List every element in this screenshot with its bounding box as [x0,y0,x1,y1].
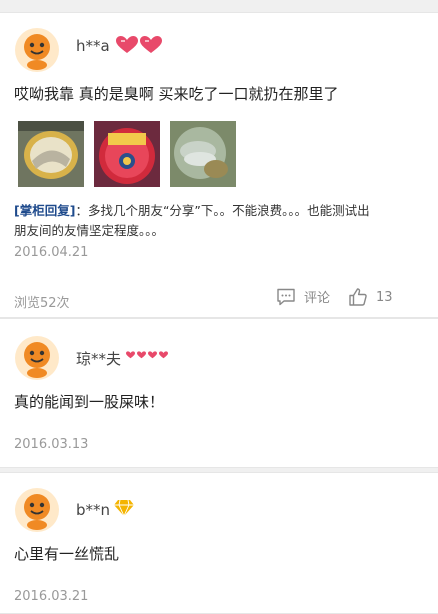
review-photo-3[interactable] [170,121,236,187]
heart-badge-icon [140,36,162,53]
heart-badge-icon [116,36,138,53]
review-date: 2016.03.13 [14,437,89,452]
avatar-icon [15,336,59,380]
avatar-2[interactable] [14,335,60,381]
avatar-1[interactable] [14,27,60,73]
tin-can-photo [94,121,160,187]
tin-can-photo [18,121,84,187]
diamond-badge-icon [114,499,134,517]
review-text: 哎呦我靠 真的是臭啊 买来吃了一口就扔在那里了 [14,85,339,103]
review-photo-2[interactable] [94,121,160,187]
comment-label: 评论 [304,291,331,306]
comment-button[interactable]: 评论 [276,287,330,306]
like-button[interactable]: 13 [348,287,393,307]
reply-text-line1: ：多找几个朋友“分享”下。。不能浪费。。。也能测试出 [75,203,370,218]
avatar-3[interactable] [14,487,60,533]
user-badges [114,499,134,517]
username[interactable]: 琼**夫 [76,348,121,369]
user-badges [126,351,168,359]
review-text: 真的能闻到一股屎味！ [14,393,165,411]
like-count: 13 [376,289,393,305]
review-date: 2016.04.21 [14,245,89,260]
review-text: 心里有一丝慌乱 [14,545,120,563]
username[interactable]: h**a [76,37,110,55]
review-date: 2016.03.21 [14,589,89,604]
avatar-icon [15,488,59,532]
thumbs-up-icon [349,288,367,306]
heart-badge-icon [126,351,135,359]
merchant-reply: [掌柜回复]：多找几个朋友“分享”下。。不能浪费。。。也能测试出 朋友间的友情坚… [14,201,422,241]
reply-text-line2: 朋友间的友情坚定程度。。。 [14,223,165,238]
avatar-icon [15,28,59,72]
review-item-1: h**a 哎呦我靠 真的是臭啊 买来吃了一口就扔在那里了 [掌柜回复]：多找几个… [0,12,438,318]
heart-badge-icon [148,351,157,359]
view-count: 浏览52次 [14,296,70,311]
review-item-2: 琼**夫 真的能闻到一股屎味！ 2016.03.13 [0,318,438,468]
username[interactable]: b**n [76,501,110,519]
reply-tag: [掌柜回复] [14,203,76,218]
comment-icon [277,288,295,305]
review-photo-1[interactable] [18,121,84,187]
user-badges [116,36,162,54]
heart-badge-icon [137,351,146,359]
heart-badge-icon [159,351,168,359]
tin-can-photo [170,121,236,187]
review-item-3: b**n 心里有一丝慌乱 2016.03.21 [0,472,438,614]
